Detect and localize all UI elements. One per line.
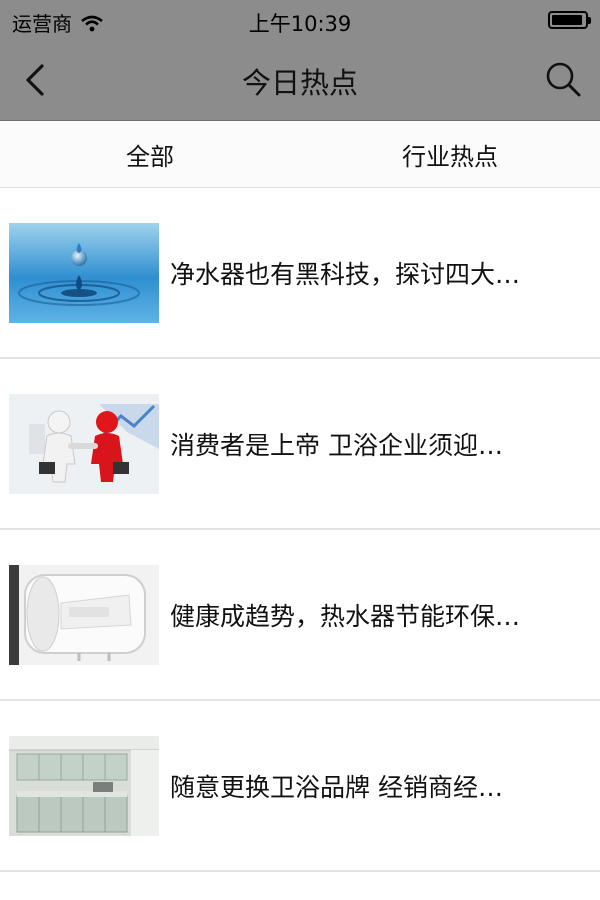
tab-industry-hot[interactable]: 行业热点 xyxy=(300,121,600,187)
article-title: 消费者是上帝 卫浴企业须迎… xyxy=(170,430,503,460)
battery-fill xyxy=(552,15,582,25)
kitchen-image xyxy=(9,735,159,836)
water-drop-image xyxy=(9,222,159,323)
status-time: 上午10:39 xyxy=(248,12,352,36)
article-title: 净水器也有黑科技，探讨四大… xyxy=(170,259,521,289)
article-title: 健康成趋势，热水器节能环保… xyxy=(170,601,521,631)
battery-icon xyxy=(548,11,591,29)
article-title: 随意更换卫浴品牌 经销商经… xyxy=(170,772,503,802)
list-item[interactable]: 随意更换卫浴品牌 经销商经… xyxy=(0,701,600,872)
water-heater-image xyxy=(9,564,159,665)
search-icon[interactable] xyxy=(544,60,582,98)
page-title: 今日热点 xyxy=(241,66,358,100)
article-list: 净水器也有黑科技，探讨四大… 消费者是上帝 卫浴企业须迎… 健康成趋势，热水器节… xyxy=(0,188,600,872)
list-item[interactable]: 健康成趋势，热水器节能环保… xyxy=(0,530,600,701)
handshake-image xyxy=(9,393,159,494)
nav-bar: 今日热点 xyxy=(0,40,600,121)
tab-all[interactable]: 全部 xyxy=(0,121,300,187)
list-item[interactable]: 消费者是上帝 卫浴企业须迎… xyxy=(0,359,600,530)
list-item[interactable]: 净水器也有黑科技，探讨四大… xyxy=(0,188,600,359)
tab-bar: 全部 行业热点 xyxy=(0,121,600,188)
status-bar: 运营商 上午10:39 xyxy=(0,0,600,40)
